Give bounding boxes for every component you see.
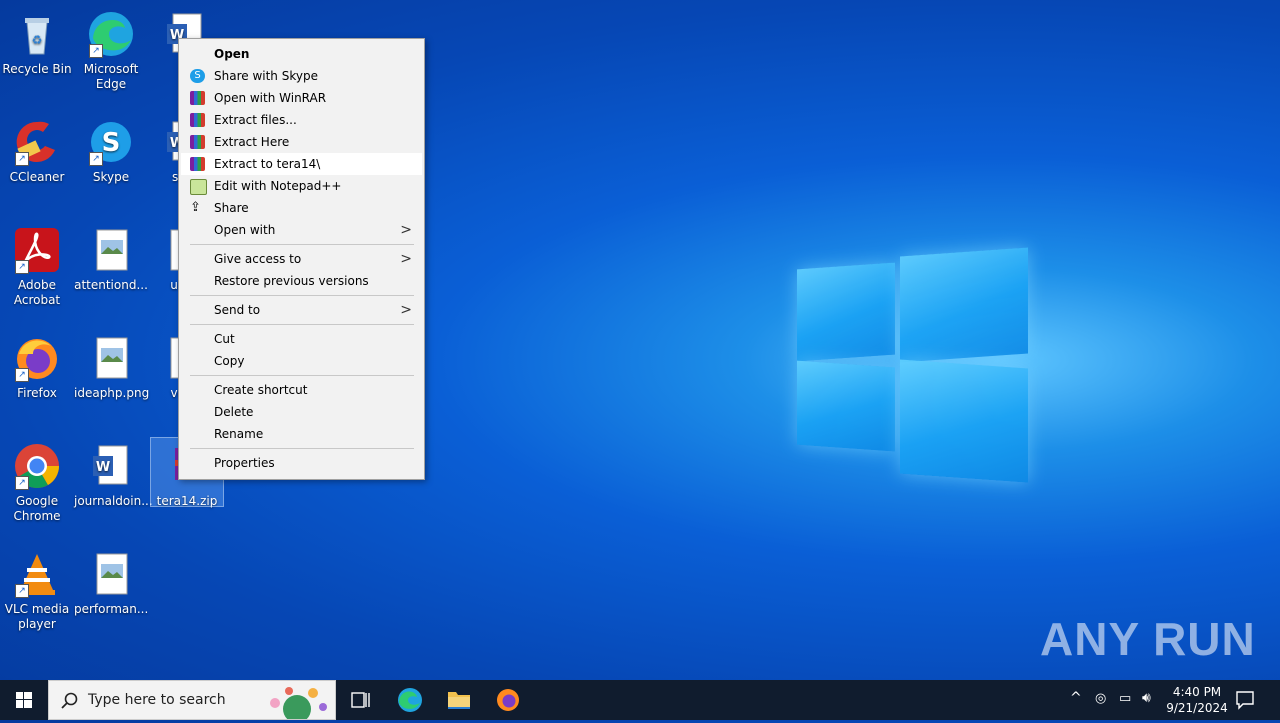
menu-item-cut[interactable]: Cut [181,328,422,350]
taskbar-edge-button[interactable] [386,680,434,720]
meet-now-icon[interactable]: ◎ [1095,691,1106,706]
clock-date: 9/21/2024 [1166,701,1228,715]
firefox-icon: ↗ [13,334,61,382]
windows-logo-wallpaper [795,242,1030,483]
desktop-icon-ideaphp[interactable]: ideaphp.png [74,328,149,401]
desktop-icon-adobe-acrobat[interactable]: ↗ Adobe Acrobat [0,220,74,308]
clock[interactable]: 4:40 PM 9/21/2024 [1166,684,1228,716]
svg-text:♻: ♻ [32,33,43,47]
winrar-icon [190,113,205,127]
desktop-icon-recycle-bin[interactable]: ♻ Recycle Bin [0,4,74,77]
shortcut-arrow-icon: ↗ [89,152,103,166]
image-file-icon [87,334,135,382]
network-icon[interactable]: ▭ [1119,691,1131,706]
shortcut-arrow-icon: ↗ [15,152,29,166]
menu-item-open-with-winrar[interactable]: Open with WinRAR [181,87,422,109]
menu-item-extract-to-tera14[interactable]: Extract to tera14\ [181,153,422,175]
firefox-icon [497,689,519,711]
menu-separator [190,244,414,245]
search-placeholder: Type here to search [88,692,226,708]
menu-item-create-shortcut[interactable]: Create shortcut [181,379,422,401]
word-document-icon: W [87,442,135,490]
start-button[interactable] [0,680,48,720]
image-file-icon [87,226,135,274]
anyrun-watermark: ANY RUN [1040,613,1256,665]
menu-item-send-to[interactable]: Send to > [181,299,422,321]
shortcut-arrow-icon: ↗ [15,260,29,274]
taskbar-search-box[interactable]: Type here to search [48,680,336,720]
chevron-right-icon: > [400,222,412,238]
desktop-icon-edge[interactable]: ↗ Microsoft Edge [74,4,148,92]
winrar-icon [190,157,205,171]
task-view-icon [351,692,370,708]
desktop-icon-performan[interactable]: performan... [74,544,148,617]
desktop-icon-attentiond[interactable]: attentiond... [74,220,148,293]
desktop-icon-ccleaner[interactable]: ↗ CCleaner [0,112,74,185]
menu-item-extract-files[interactable]: Extract files... [181,109,422,131]
svg-text:W: W [96,460,110,475]
search-highlight-illustration-icon [270,687,327,719]
menu-item-share[interactable]: ⇪ Share [181,197,422,219]
menu-separator [190,448,414,449]
menu-item-extract-here[interactable]: Extract Here [181,131,422,153]
chevron-right-icon: > [400,251,412,267]
image-file-icon [87,550,135,598]
task-view-button[interactable] [336,680,384,720]
menu-item-properties[interactable]: Properties [181,452,422,474]
menu-item-rename[interactable]: Rename [181,423,422,445]
menu-item-open-with[interactable]: Open with > [181,219,422,241]
vlc-icon: ↗ [13,550,61,598]
taskbar-file-explorer-button[interactable] [435,680,483,720]
menu-item-edit-with-notepadpp[interactable]: Edit with Notepad++ [181,175,422,197]
menu-item-restore-previous-versions[interactable]: Restore previous versions [181,270,422,292]
edge-icon [398,688,422,712]
shortcut-arrow-icon: ↗ [15,476,29,490]
taskbar: Type here to search ^ ◎ ▭ 🔊︎ 4:40 PM 9/2… [0,680,1280,720]
winrar-icon [190,91,205,105]
acrobat-icon: ↗ [13,226,61,274]
menu-item-give-access-to[interactable]: Give access to > [181,248,422,270]
folder-icon [448,692,470,709]
chrome-icon: ↗ [13,442,61,490]
volume-icon[interactable]: 🔊︎ [1142,690,1151,706]
shortcut-arrow-icon: ↗ [15,368,29,382]
desktop-icon-google-chrome[interactable]: ↗ Google Chrome [0,436,74,524]
clock-time: 4:40 PM [1172,685,1222,699]
desktop-icon-journaldoin[interactable]: W journaldoin... [74,436,153,509]
menu-item-delete[interactable]: Delete [181,401,422,423]
menu-item-share-with-skype[interactable]: S Share with Skype [181,65,422,87]
edge-icon: ↗ [87,10,135,58]
shortcut-arrow-icon: ↗ [89,44,103,58]
desktop-icon-vlc[interactable]: ↗ VLC media player [0,544,74,632]
ccleaner-icon: ↗ [13,118,61,166]
action-center-button[interactable] [1234,689,1256,714]
share-icon: ⇪ [190,200,201,215]
winrar-icon [190,135,205,149]
skype-icon: S [190,69,205,83]
desktop-icon-firefox[interactable]: ↗ Firefox [0,328,74,401]
windows-start-icon [16,692,32,708]
recycle-bin-icon: ♻ [13,10,61,58]
desktop-icon-skype[interactable]: S ↗ Skype [74,112,148,185]
menu-separator [190,295,414,296]
menu-item-copy[interactable]: Copy [181,350,422,372]
shortcut-arrow-icon: ↗ [15,584,29,598]
notepadpp-icon [190,179,207,195]
search-icon [61,692,78,709]
svg-text:S: S [102,128,121,158]
menu-separator [190,375,414,376]
show-hidden-icons-chevron[interactable]: ^ [1070,690,1082,706]
taskbar-firefox-button[interactable] [484,680,532,720]
notification-icon [1236,691,1254,710]
skype-icon: S ↗ [87,118,135,166]
menu-item-open[interactable]: Open [181,43,422,65]
chevron-right-icon: > [400,302,412,318]
context-menu: Open S Share with Skype Open with WinRAR… [178,38,425,480]
menu-separator [190,324,414,325]
